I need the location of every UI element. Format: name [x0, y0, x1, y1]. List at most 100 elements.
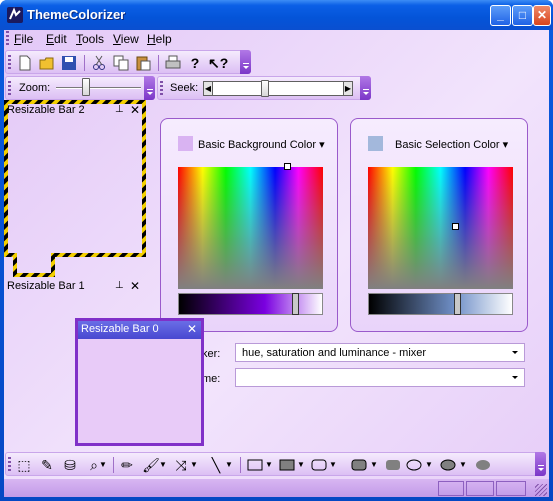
- selection-luminance-thumb[interactable]: [454, 293, 461, 315]
- background-luminance-thumb[interactable]: [292, 293, 299, 315]
- chevron-down-icon[interactable]: ▼: [296, 456, 306, 474]
- line-icon[interactable]: ╲: [207, 456, 225, 474]
- cut-icon[interactable]: [90, 54, 108, 72]
- select-rectangle-icon[interactable]: ⬚: [15, 456, 33, 474]
- status-pane: [466, 481, 494, 496]
- rectangle-outline-icon[interactable]: [246, 456, 264, 474]
- background-color-swatch[interactable]: [178, 136, 193, 151]
- airbrush-icon[interactable]: ⤨: [172, 456, 190, 474]
- selection-luminance-bar[interactable]: [368, 293, 513, 315]
- close-button[interactable]: ✕: [533, 5, 551, 26]
- background-hue-spectrum[interactable]: [178, 167, 323, 289]
- print-icon[interactable]: [164, 54, 182, 72]
- fill-bucket-icon[interactable]: ⛁: [61, 456, 79, 474]
- open-folder-icon[interactable]: [38, 54, 56, 72]
- pencil-icon[interactable]: ✏: [118, 456, 136, 474]
- selection-color-panel: Basic Selection Color ▾: [350, 118, 528, 332]
- context-help-icon[interactable]: ↖?: [208, 54, 228, 72]
- toolbar-grip[interactable]: [8, 81, 11, 96]
- rounded-rectangle-filled-icon[interactable]: [350, 456, 368, 474]
- selection-hue-spectrum[interactable]: [368, 167, 513, 289]
- seek-left-arrow[interactable]: ◀: [203, 81, 213, 96]
- theme-combo[interactable]: [235, 368, 525, 387]
- resizable-bar-1-header[interactable]: Resizable Bar 1 ⊥ ✕: [4, 278, 144, 294]
- status-pane: [438, 481, 464, 496]
- drawing-toolbar: ⬚ ✎ ⛁ ⌕ ▼ ✏ 🖌 ▼ ⤨ ▼ ╲ ▼ ▼ ▼ ▼ ▼ ▼ ▼: [5, 452, 546, 476]
- menu-view[interactable]: View: [113, 32, 139, 46]
- chevron-down-icon[interactable]: ▼: [224, 456, 234, 474]
- chevron-down-icon[interactable]: ▼: [328, 456, 338, 474]
- toolbar-options-button[interactable]: [144, 76, 155, 100]
- toolbar-separator: [240, 457, 241, 473]
- background-color-panel: Basic Background Color ▾: [160, 118, 338, 332]
- chevron-down-icon[interactable]: ▼: [264, 456, 274, 474]
- zoom-toolbar: Zoom:: [5, 76, 155, 100]
- paste-icon[interactable]: [134, 54, 152, 72]
- toolbar-separator: [84, 55, 85, 71]
- toolbar-options-button[interactable]: [240, 50, 251, 74]
- chevron-down-icon[interactable]: ▼: [158, 456, 168, 474]
- ellipse-filled-icon[interactable]: [439, 456, 457, 474]
- pin-icon[interactable]: ⊥: [115, 280, 124, 291]
- selection-spectrum-marker[interactable]: [452, 223, 459, 230]
- save-icon[interactable]: [60, 54, 78, 72]
- help-icon[interactable]: ?: [186, 54, 204, 72]
- menu-bar: File Edit Tools View Help: [4, 30, 549, 48]
- toolbar-grip[interactable]: [160, 81, 163, 96]
- theme-label: me:: [202, 373, 221, 385]
- chevron-down-icon[interactable]: ▼: [189, 456, 199, 474]
- chevron-down-icon[interactable]: ▼: [424, 456, 434, 474]
- zoom-slider-thumb[interactable]: [81, 78, 90, 96]
- menu-file[interactable]: File: [14, 32, 33, 46]
- background-luminance-bar[interactable]: [178, 293, 323, 315]
- chevron-down-icon[interactable]: [508, 345, 523, 360]
- ellipse-outline-icon[interactable]: [405, 456, 423, 474]
- rectangle-filled-icon[interactable]: [278, 456, 296, 474]
- mixer-combo[interactable]: hue, saturation and luminance - mixer: [235, 343, 525, 362]
- seek-label: Seek:: [170, 82, 199, 94]
- seek-scrollbar[interactable]: [203, 81, 353, 96]
- app-window: ThemeColorizer _ □ ✕ File Edit Tools Vie…: [0, 0, 553, 501]
- background-color-title[interactable]: Basic Background Color ▾: [198, 138, 325, 151]
- menubar-grip[interactable]: [6, 31, 9, 46]
- ellipse-solid-icon[interactable]: [474, 456, 492, 474]
- new-file-icon[interactable]: [16, 54, 34, 72]
- maximize-button[interactable]: □: [512, 5, 533, 26]
- resizable-bar-0-title: Resizable Bar 0: [81, 323, 159, 335]
- seek-right-arrow[interactable]: ▶: [343, 81, 353, 96]
- toolbar-separator: [158, 55, 159, 71]
- menu-tools[interactable]: Tools: [76, 32, 104, 46]
- mixer-combo-value: hue, saturation and luminance - mixer: [242, 347, 427, 359]
- toolbar-options-button[interactable]: [535, 452, 546, 476]
- rounded-rectangle-outline-icon[interactable]: [310, 456, 328, 474]
- seek-toolbar: Seek: ◀ ▶: [157, 76, 371, 100]
- status-pane: [496, 481, 526, 496]
- toolbar-options-button[interactable]: [360, 76, 371, 100]
- selection-color-title[interactable]: Basic Selection Color ▾: [395, 138, 508, 151]
- close-icon[interactable]: ✕: [130, 279, 140, 293]
- toolbar-grip[interactable]: [8, 55, 11, 70]
- zoom-slider-track[interactable]: [56, 87, 141, 89]
- resize-grip[interactable]: [535, 484, 547, 496]
- title-bar[interactable]: ThemeColorizer _ □ ✕: [0, 0, 553, 30]
- chevron-down-icon[interactable]: ▼: [369, 456, 379, 474]
- selection-color-swatch[interactable]: [368, 136, 383, 151]
- chevron-down-icon[interactable]: [508, 370, 523, 385]
- resizable-bar-0-window[interactable]: Resizable Bar 0 ✕: [75, 318, 204, 446]
- standard-toolbar: ? ↖?: [5, 50, 251, 74]
- toolbar-grip[interactable]: [8, 457, 11, 472]
- menu-help[interactable]: Help: [147, 32, 172, 46]
- rounded-rectangle-solid-icon[interactable]: [384, 456, 402, 474]
- copy-icon[interactable]: [112, 54, 130, 72]
- chevron-down-icon[interactable]: ▼: [458, 456, 468, 474]
- minimize-button[interactable]: _: [490, 5, 511, 26]
- seek-thumb[interactable]: [261, 80, 269, 97]
- drop-target-outline: [4, 100, 146, 277]
- close-icon[interactable]: ✕: [187, 322, 197, 336]
- resizable-bar-0-titlebar[interactable]: Resizable Bar 0 ✕: [78, 321, 201, 339]
- chevron-down-icon[interactable]: ▼: [98, 456, 108, 474]
- app-icon: [7, 7, 23, 23]
- color-picker-icon[interactable]: ✎: [38, 456, 56, 474]
- background-spectrum-marker[interactable]: [284, 163, 291, 170]
- menu-edit[interactable]: Edit: [46, 32, 67, 46]
